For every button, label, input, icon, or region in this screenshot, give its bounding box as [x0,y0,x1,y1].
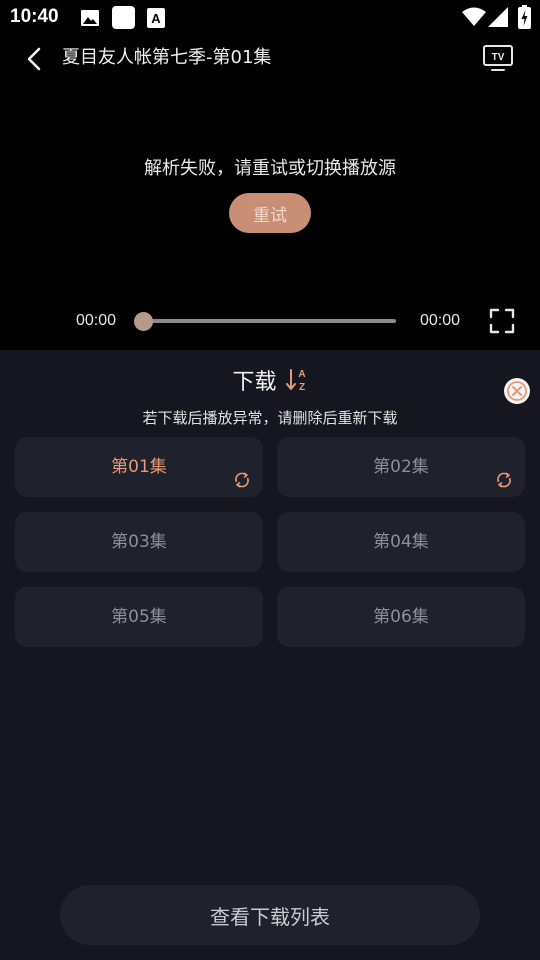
total-time: 00:00 [420,312,461,329]
svg-text:Z: Z [298,382,304,393]
signal-icon [488,7,508,27]
episode-label: 第03集 [111,532,167,552]
episode-item[interactable]: 第05集 [15,587,263,647]
tv-label: TV [492,52,505,63]
video-player[interactable]: 夏目友人帐第七季-第01集 TV 解析失败，请重试或切换播放源 重试 00:00… [0,36,540,350]
downloading-icon [497,472,511,488]
view-download-list-button[interactable]: 查看下载列表 [60,885,480,945]
episode-label: 第02集 [373,457,429,477]
svg-text:A: A [298,369,305,380]
close-icon[interactable] [503,377,531,405]
episode-label: 第04集 [373,532,429,552]
download-hint: 若下载后播放异常，请删除后重新下载 [142,409,398,427]
episode-item[interactable]: 第02集 [277,437,525,497]
back-arrow-icon[interactable] [22,46,48,72]
wifi-icon [462,7,486,26]
panel-header: 下载 A Z [0,364,540,398]
battery-icon [518,5,531,29]
panel-title: 下载 [232,370,277,395]
video-title: 夏目友人帐第七季-第01集 [62,47,272,68]
svg-text:A: A [151,11,161,26]
image-icon [81,10,99,26]
status-bar: 10:40 A [0,0,540,36]
status-time: 10:40 [10,6,59,27]
sort-az-icon[interactable]: A Z [285,367,308,393]
fullscreen-icon[interactable] [489,308,515,334]
seek-thumb[interactable] [134,312,153,331]
download-panel: 下载 A Z 若下载后播放异常，请删除后重新下载 第01集 第02集 第03集 [0,350,540,960]
episode-label: 第01集 [111,457,167,477]
episode-label: 第05集 [111,607,167,627]
episode-item[interactable]: 第03集 [15,512,263,572]
episode-item[interactable]: 第01集 [15,437,263,497]
square-icon [112,6,135,29]
retry-button[interactable]: 重试 [229,193,311,233]
downloading-icon [235,472,249,488]
seek-bar[interactable] [140,319,396,323]
episode-item[interactable]: 第06集 [277,587,525,647]
a-icon: A [147,8,165,28]
tv-cast-icon[interactable]: TV [482,44,514,72]
error-message: 解析失败，请重试或切换播放源 [144,158,396,179]
episode-item[interactable]: 第04集 [277,512,525,572]
episode-label: 第06集 [373,607,429,627]
current-time: 00:00 [76,312,117,329]
